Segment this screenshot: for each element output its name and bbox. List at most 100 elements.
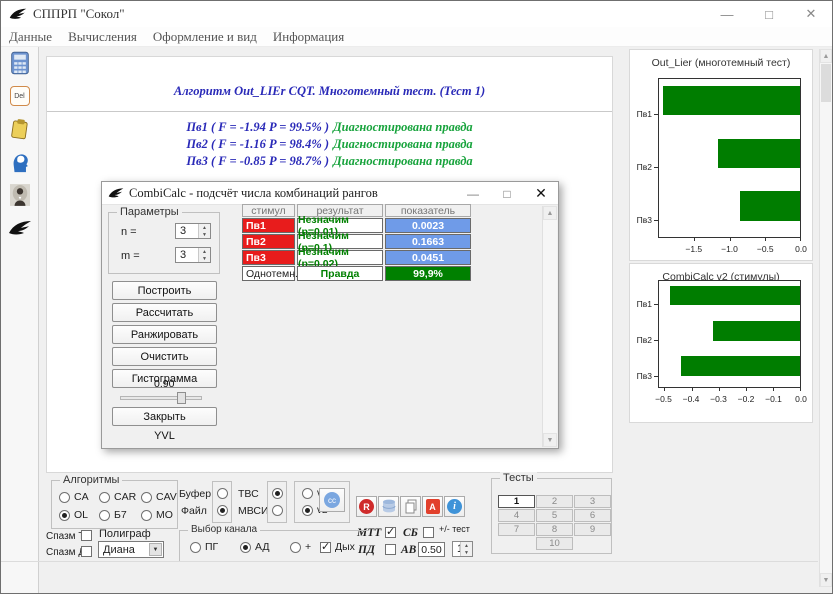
chart-area: Пв1Пв2Пв3 −0.5−0.4−0.3−0.2−0.10.0 — [632, 280, 806, 404]
close-button[interactable]: ✕ — [790, 1, 832, 27]
threshold-slider[interactable] — [120, 392, 202, 404]
spinner-arrows-icon[interactable]: ▲▼ — [460, 542, 472, 556]
database-button[interactable] — [378, 496, 399, 517]
dyh-check[interactable]: Дых — [320, 541, 355, 553]
test-button-8[interactable]: 8 — [536, 523, 573, 536]
portrait-icon[interactable] — [8, 183, 32, 207]
pd-checkbox[interactable] — [385, 544, 396, 555]
calculator-icon[interactable] — [8, 51, 32, 75]
av-input[interactable]: 0.50 — [418, 542, 445, 557]
scroll-up-icon[interactable]: ▲ — [543, 206, 557, 220]
spinner-arrows-icon[interactable]: ▲▼ — [198, 248, 210, 262]
radio-label: OL — [74, 509, 88, 521]
radio-icon[interactable] — [240, 542, 251, 553]
file-radio[interactable] — [217, 505, 228, 516]
sb-label: СБ — [403, 527, 418, 539]
channel-group-label: Выбор канала — [188, 524, 260, 535]
dialog-close-button[interactable]: ✕ — [524, 182, 558, 205]
test-button-7[interactable]: 7 — [498, 523, 535, 536]
rank-button[interactable]: Ранжировать — [112, 325, 217, 344]
scrollbar-thumb[interactable] — [821, 64, 831, 102]
params-group: Параметры n = 3▲▼ m = 3▲▼ — [108, 212, 220, 274]
separator-line — [47, 111, 612, 112]
test-button-2[interactable]: 2 — [536, 495, 573, 508]
test-button-5[interactable]: 5 — [536, 509, 573, 522]
menu-appearance[interactable]: Оформление и вид — [153, 29, 257, 45]
spazm-t-checkbox[interactable] — [81, 530, 92, 541]
radio-car[interactable]: CAR — [99, 491, 136, 503]
polygraph-dropdown[interactable]: Диана ▼ — [98, 541, 164, 558]
menu-data[interactable]: Данные — [9, 29, 52, 45]
x-tick-label: −1.5 — [685, 244, 702, 254]
test-number-spinner[interactable]: 1▲▼ — [452, 541, 473, 557]
scroll-down-icon[interactable]: ▼ — [820, 573, 832, 587]
radio-icon[interactable] — [141, 510, 152, 521]
radio-b7[interactable]: Б7 — [99, 509, 127, 521]
menu-calculations[interactable]: Вычисления — [68, 29, 137, 45]
radio-ca[interactable]: CA — [59, 491, 89, 503]
minimize-button[interactable]: — — [706, 1, 748, 27]
clipboard-icon[interactable] — [8, 117, 32, 141]
chart-outlier-card: Out_Lier (многотемный тест) Пв1Пв2Пв3 −1… — [629, 49, 813, 261]
test-button-3[interactable]: 3 — [574, 495, 611, 508]
spinner-arrows-icon[interactable]: ▲▼ — [198, 224, 210, 238]
sb-checkbox[interactable] — [423, 527, 434, 538]
test-button-1[interactable]: 1 — [498, 495, 535, 508]
test-button-4[interactable]: 4 — [498, 509, 535, 522]
spazm-d-checkbox[interactable] — [81, 546, 92, 557]
test-button-6[interactable]: 6 — [574, 509, 611, 522]
table-row-stim: Пв2 — [242, 234, 295, 249]
info-button[interactable]: i — [444, 496, 465, 517]
chart-bar — [681, 356, 800, 376]
close-dialog-button[interactable]: Закрыть — [112, 407, 217, 426]
radio-icon[interactable] — [302, 488, 313, 499]
radio-ol[interactable]: OL — [59, 509, 88, 521]
radio-ad[interactable]: АД — [240, 541, 269, 553]
radio-icon[interactable] — [99, 510, 110, 521]
radio-pg[interactable]: ПГ — [190, 541, 218, 553]
record-button[interactable]: R — [356, 496, 377, 517]
dialog-scrollbar[interactable]: ▲ ▼ — [542, 206, 557, 447]
radio-icon[interactable] — [290, 542, 301, 553]
dialog-minimize-button[interactable]: — — [456, 182, 490, 205]
test-button-9[interactable]: 9 — [574, 523, 611, 536]
head-brain-icon[interactable] — [8, 150, 32, 174]
buffer-radio[interactable] — [217, 488, 228, 499]
radio-plus[interactable]: + — [290, 541, 311, 553]
pdf-icon: A — [426, 499, 440, 514]
test-button-10[interactable]: 10 — [536, 537, 573, 550]
radio-icon[interactable] — [59, 492, 70, 503]
tvs-radio[interactable] — [272, 488, 283, 499]
pdf-button[interactable]: A — [422, 496, 443, 517]
radio-icon[interactable] — [59, 510, 70, 521]
calculate-button[interactable]: Рассчитать — [112, 303, 217, 322]
falcon-tool-icon[interactable] — [8, 216, 32, 240]
m-spinner[interactable]: 3▲▼ — [175, 247, 211, 263]
dialog-maximize-button[interactable]: □ — [490, 182, 524, 205]
dialog-titlebar[interactable]: CombiCalc - подсчёт числа комбинаций ран… — [102, 182, 558, 205]
build-button[interactable]: Построить — [112, 281, 217, 300]
radio-icon[interactable] — [302, 505, 313, 516]
cc-button[interactable]: cc — [319, 488, 345, 512]
copy-button[interactable] — [400, 496, 421, 517]
clear-button[interactable]: Очистить — [112, 347, 217, 366]
x-tick-label: −0.4 — [683, 394, 700, 404]
slider-thumb[interactable] — [177, 392, 186, 404]
delete-key-icon[interactable]: Del — [8, 84, 32, 108]
right-panel-scrollbar[interactable]: ▲ ▼ — [819, 49, 832, 587]
mtt-checkbox[interactable] — [385, 527, 396, 538]
radio-icon[interactable] — [141, 492, 152, 503]
mvsi-radio[interactable] — [272, 505, 283, 516]
radio-icon[interactable] — [99, 492, 110, 503]
radio-cav[interactable]: CAV — [141, 491, 177, 503]
checkbox-icon[interactable] — [320, 542, 331, 553]
scroll-up-icon[interactable]: ▲ — [820, 49, 832, 63]
menu-info[interactable]: Информация — [273, 29, 344, 45]
scroll-down-icon[interactable]: ▼ — [543, 433, 557, 447]
chevron-down-icon[interactable]: ▼ — [149, 543, 162, 556]
y-tick-label: Пв3 — [637, 371, 652, 381]
radio-icon[interactable] — [190, 542, 201, 553]
maximize-button[interactable]: □ — [748, 1, 790, 27]
radio-mo[interactable]: МО — [141, 509, 173, 521]
n-spinner[interactable]: 3▲▼ — [175, 223, 211, 239]
